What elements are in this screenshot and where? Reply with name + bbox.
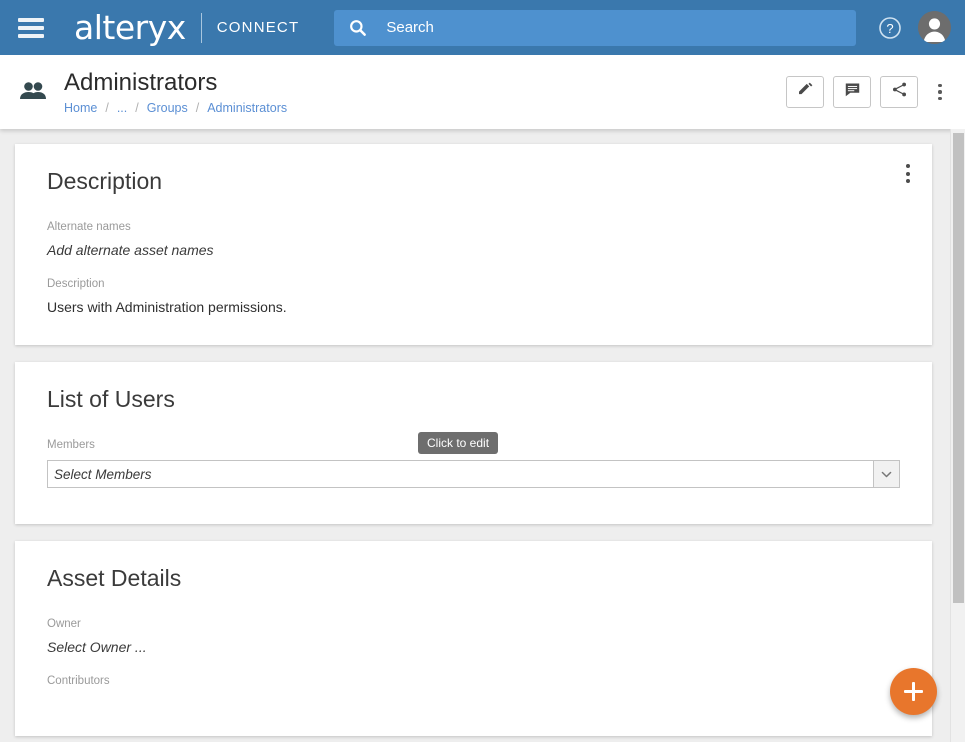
edit-button[interactable] <box>786 76 824 108</box>
alternate-names-value[interactable]: Add alternate asset names <box>47 242 900 258</box>
brand-product-name: CONNECT <box>216 19 300 36</box>
description-card: Description Alternate names Add alternat… <box>15 144 932 345</box>
content-area: Description Alternate names Add alternat… <box>0 129 965 742</box>
description-value[interactable]: Users with Administration permissions. <box>47 299 900 315</box>
members-select[interactable]: Select Members <box>47 460 900 488</box>
breadcrumb-separator: / <box>135 101 139 116</box>
page-header-text: Administrators Home / ... / Groups / Adm… <box>64 69 287 116</box>
breadcrumb: Home / ... / Groups / Administrators <box>64 101 287 115</box>
search-icon <box>348 18 368 38</box>
top-navigation-bar: alteryx CONNECT ? <box>0 0 965 55</box>
asset-details-card: Asset Details Owner Select Owner ... Con… <box>15 541 932 736</box>
pencil-icon <box>797 81 814 103</box>
svg-text:?: ? <box>886 21 893 36</box>
group-people-icon <box>18 77 48 107</box>
page-more-menu-icon[interactable] <box>929 76 951 108</box>
breadcrumb-separator: / <box>105 101 109 116</box>
share-button[interactable] <box>880 76 918 108</box>
breadcrumb-item-administrators[interactable]: Administrators <box>207 101 287 115</box>
alternate-names-field: Alternate names Add alternate asset name… <box>47 221 900 258</box>
list-of-users-card-title: List of Users <box>47 386 175 412</box>
nav-right-group: ? <box>878 11 951 44</box>
brand-divider <box>200 12 202 43</box>
comment-icon <box>844 81 861 103</box>
hamburger-menu-icon[interactable] <box>18 17 44 38</box>
comment-button[interactable] <box>833 76 871 108</box>
owner-label: Owner <box>47 618 81 630</box>
description-field: Description Users with Administration pe… <box>47 278 900 315</box>
share-icon <box>891 81 908 103</box>
click-to-edit-tooltip: Click to edit <box>418 432 499 454</box>
search-bar[interactable] <box>334 9 856 46</box>
contributors-label: Contributors <box>47 675 110 687</box>
brand-logo: alteryx <box>74 8 186 47</box>
scrollbar-thumb[interactable] <box>953 133 964 603</box>
chevron-down-icon[interactable] <box>873 461 899 487</box>
alternate-names-label: Alternate names <box>47 221 131 233</box>
breadcrumb-item-groups[interactable]: Groups <box>147 101 188 115</box>
page-title: Administrators <box>64 68 218 96</box>
owner-field: Owner Select Owner ... <box>47 618 900 655</box>
breadcrumb-item-ellipsis[interactable]: ... <box>117 101 127 115</box>
description-card-menu-icon[interactable] <box>906 164 910 183</box>
breadcrumb-item-home[interactable]: Home <box>64 101 97 115</box>
list-of-users-card: List of Users Members Select Members Cli… <box>15 362 932 524</box>
contributors-field: Contributors <box>47 675 900 687</box>
breadcrumb-separator: / <box>195 101 200 116</box>
members-select-value: Select Members <box>54 466 152 482</box>
search-input[interactable] <box>386 19 842 36</box>
user-avatar[interactable] <box>918 11 951 44</box>
add-floating-action-button[interactable] <box>890 668 937 715</box>
brand[interactable]: alteryx CONNECT <box>74 11 299 44</box>
description-label: Description <box>47 278 105 290</box>
page-header: Administrators Home / ... / Groups / Adm… <box>0 55 965 129</box>
description-card-title: Description <box>47 168 163 194</box>
help-circle-icon[interactable]: ? <box>878 16 902 40</box>
vertical-scrollbar[interactable] <box>950 129 965 742</box>
owner-value[interactable]: Select Owner ... <box>47 639 900 655</box>
asset-details-card-title: Asset Details <box>47 565 182 591</box>
page-header-actions <box>786 76 951 108</box>
